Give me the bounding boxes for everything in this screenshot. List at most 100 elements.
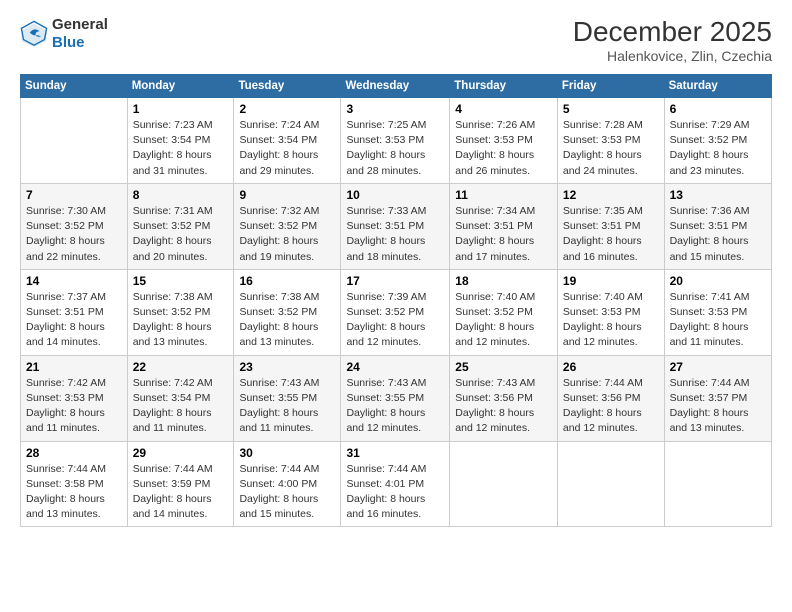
- calendar-cell: 28 Sunrise: 7:44 AMSunset: 3:58 PMDayligh…: [21, 441, 128, 527]
- day-number: 15: [133, 274, 229, 288]
- calendar-cell: [664, 441, 771, 527]
- logo: General Blue: [20, 16, 108, 52]
- calendar-cell: 26Sunrise: 7:44 AMSunset: 3:56 PMDayligh…: [557, 355, 664, 441]
- day-number: 14: [26, 274, 122, 288]
- day-number: 1: [133, 102, 229, 116]
- day-info: Sunrise: 7:26 AMSunset: 3:53 PMDaylight:…: [455, 118, 552, 179]
- col-saturday: Saturday: [664, 75, 771, 98]
- calendar-cell: 7 Sunrise: 7:30 AMSunset: 3:52 PMDaylight…: [21, 183, 128, 269]
- day-info: Sunrise: 7:40 AMSunset: 3:53 PMDaylight:…: [563, 290, 659, 351]
- day-number: 28: [26, 446, 122, 460]
- day-number: 25: [455, 360, 552, 374]
- calendar-cell: 29 Sunrise: 7:44 AMSunset: 3:59 PMDayligh…: [127, 441, 234, 527]
- day-number: 10: [346, 188, 444, 202]
- day-info: Sunrise: 7:32 AMSunset: 3:52 PMDaylight:…: [239, 204, 335, 265]
- day-number: 27: [670, 360, 766, 374]
- day-info: Sunrise: 7:34 AMSunset: 3:51 PMDaylight:…: [455, 204, 552, 265]
- col-wednesday: Wednesday: [341, 75, 450, 98]
- calendar-cell: 22Sunrise: 7:42 AMSunset: 3:54 PMDayligh…: [127, 355, 234, 441]
- calendar-cell: 10 Sunrise: 7:33 AMSunset: 3:51 PMDayligh…: [341, 183, 450, 269]
- day-info: Sunrise: 7:44 AMSunset: 3:58 PMDaylight:…: [26, 462, 122, 523]
- day-info: Sunrise: 7:40 AMSunset: 3:52 PMDaylight:…: [455, 290, 552, 351]
- day-info: Sunrise: 7:35 AMSunset: 3:51 PMDaylight:…: [563, 204, 659, 265]
- calendar-cell: 14 Sunrise: 7:37 AMSunset: 3:51 PMDayligh…: [21, 269, 128, 355]
- day-info: Sunrise: 7:33 AMSunset: 3:51 PMDaylight:…: [346, 204, 444, 265]
- day-info: Sunrise: 7:43 AMSunset: 3:55 PMDaylight:…: [239, 376, 335, 437]
- day-info: Sunrise: 7:39 AMSunset: 3:52 PMDaylight:…: [346, 290, 444, 351]
- day-info: Sunrise: 7:24 AMSunset: 3:54 PMDaylight:…: [239, 118, 335, 179]
- day-info: Sunrise: 7:43 AMSunset: 3:55 PMDaylight:…: [346, 376, 444, 437]
- title-block: December 2025 Halenkovice, Zlin, Czechia: [573, 16, 772, 64]
- logo-icon: [20, 20, 48, 48]
- calendar-cell: 4 Sunrise: 7:26 AMSunset: 3:53 PMDaylight…: [450, 98, 558, 184]
- day-info: Sunrise: 7:37 AMSunset: 3:51 PMDaylight:…: [26, 290, 122, 351]
- day-info: Sunrise: 7:38 AMSunset: 3:52 PMDaylight:…: [239, 290, 335, 351]
- calendar-cell: 12Sunrise: 7:35 AMSunset: 3:51 PMDayligh…: [557, 183, 664, 269]
- day-info: Sunrise: 7:25 AMSunset: 3:53 PMDaylight:…: [346, 118, 444, 179]
- day-number: 29: [133, 446, 229, 460]
- day-number: 7: [26, 188, 122, 202]
- calendar-cell: 18 Sunrise: 7:40 AMSunset: 3:52 PMDayligh…: [450, 269, 558, 355]
- calendar-cell: 24 Sunrise: 7:43 AMSunset: 3:55 PMDayligh…: [341, 355, 450, 441]
- calendar-week-2: 7 Sunrise: 7:30 AMSunset: 3:52 PMDaylight…: [21, 183, 772, 269]
- calendar-cell: 2 Sunrise: 7:24 AMSunset: 3:54 PMDaylight…: [234, 98, 341, 184]
- day-number: 24: [346, 360, 444, 374]
- day-info: Sunrise: 7:28 AMSunset: 3:53 PMDaylight:…: [563, 118, 659, 179]
- day-info: Sunrise: 7:44 AMSunset: 3:59 PMDaylight:…: [133, 462, 229, 523]
- day-info: Sunrise: 7:31 AMSunset: 3:52 PMDaylight:…: [133, 204, 229, 265]
- day-number: 11: [455, 188, 552, 202]
- day-number: 6: [670, 102, 766, 116]
- day-info: Sunrise: 7:44 AMSunset: 4:01 PMDaylight:…: [346, 462, 444, 523]
- calendar-cell: 13Sunrise: 7:36 AMSunset: 3:51 PMDayligh…: [664, 183, 771, 269]
- calendar-week-1: 1 Sunrise: 7:23 AMSunset: 3:54 PMDaylight…: [21, 98, 772, 184]
- calendar-week-5: 28 Sunrise: 7:44 AMSunset: 3:58 PMDayligh…: [21, 441, 772, 527]
- day-number: 30: [239, 446, 335, 460]
- day-number: 2: [239, 102, 335, 116]
- day-info: Sunrise: 7:44 AMSunset: 4:00 PMDaylight:…: [239, 462, 335, 523]
- col-friday: Friday: [557, 75, 664, 98]
- calendar-cell: 11 Sunrise: 7:34 AMSunset: 3:51 PMDayligh…: [450, 183, 558, 269]
- page: General Blue December 2025 Halenkovice, …: [0, 0, 792, 612]
- day-info: Sunrise: 7:36 AMSunset: 3:51 PMDaylight:…: [670, 204, 766, 265]
- day-info: Sunrise: 7:42 AMSunset: 3:53 PMDaylight:…: [26, 376, 122, 437]
- calendar-cell: [450, 441, 558, 527]
- col-tuesday: Tuesday: [234, 75, 341, 98]
- calendar-cell: 21Sunrise: 7:42 AMSunset: 3:53 PMDayligh…: [21, 355, 128, 441]
- subtitle: Halenkovice, Zlin, Czechia: [573, 48, 772, 64]
- calendar-cell: 6 Sunrise: 7:29 AMSunset: 3:52 PMDaylight…: [664, 98, 771, 184]
- calendar-cell: [21, 98, 128, 184]
- calendar-cell: [557, 441, 664, 527]
- day-info: Sunrise: 7:23 AMSunset: 3:54 PMDaylight:…: [133, 118, 229, 179]
- col-monday: Monday: [127, 75, 234, 98]
- day-info: Sunrise: 7:41 AMSunset: 3:53 PMDaylight:…: [670, 290, 766, 351]
- day-info: Sunrise: 7:38 AMSunset: 3:52 PMDaylight:…: [133, 290, 229, 351]
- logo-text: General Blue: [52, 16, 108, 52]
- calendar-week-4: 21Sunrise: 7:42 AMSunset: 3:53 PMDayligh…: [21, 355, 772, 441]
- day-number: 4: [455, 102, 552, 116]
- day-number: 8: [133, 188, 229, 202]
- day-info: Sunrise: 7:30 AMSunset: 3:52 PMDaylight:…: [26, 204, 122, 265]
- day-number: 23: [239, 360, 335, 374]
- calendar-cell: 17 Sunrise: 7:39 AMSunset: 3:52 PMDayligh…: [341, 269, 450, 355]
- calendar-cell: 3Sunrise: 7:25 AMSunset: 3:53 PMDaylight…: [341, 98, 450, 184]
- day-info: Sunrise: 7:42 AMSunset: 3:54 PMDaylight:…: [133, 376, 229, 437]
- calendar-cell: 27Sunrise: 7:44 AMSunset: 3:57 PMDayligh…: [664, 355, 771, 441]
- calendar-cell: 9Sunrise: 7:32 AMSunset: 3:52 PMDaylight…: [234, 183, 341, 269]
- day-number: 16: [239, 274, 335, 288]
- day-info: Sunrise: 7:44 AMSunset: 3:56 PMDaylight:…: [563, 376, 659, 437]
- calendar-cell: 15 Sunrise: 7:38 AMSunset: 3:52 PMDayligh…: [127, 269, 234, 355]
- day-number: 17: [346, 274, 444, 288]
- col-sunday: Sunday: [21, 75, 128, 98]
- calendar-cell: 19Sunrise: 7:40 AMSunset: 3:53 PMDayligh…: [557, 269, 664, 355]
- col-thursday: Thursday: [450, 75, 558, 98]
- calendar-cell: 30 Sunrise: 7:44 AMSunset: 4:00 PMDayligh…: [234, 441, 341, 527]
- calendar-cell: 20 Sunrise: 7:41 AMSunset: 3:53 PMDayligh…: [664, 269, 771, 355]
- day-number: 20: [670, 274, 766, 288]
- day-info: Sunrise: 7:29 AMSunset: 3:52 PMDaylight:…: [670, 118, 766, 179]
- calendar-week-3: 14 Sunrise: 7:37 AMSunset: 3:51 PMDayligh…: [21, 269, 772, 355]
- calendar-cell: 23 Sunrise: 7:43 AMSunset: 3:55 PMDayligh…: [234, 355, 341, 441]
- day-number: 18: [455, 274, 552, 288]
- calendar-cell: 1 Sunrise: 7:23 AMSunset: 3:54 PMDaylight…: [127, 98, 234, 184]
- calendar-cell: 16 Sunrise: 7:38 AMSunset: 3:52 PMDayligh…: [234, 269, 341, 355]
- calendar-table: Sunday Monday Tuesday Wednesday Thursday…: [20, 74, 772, 527]
